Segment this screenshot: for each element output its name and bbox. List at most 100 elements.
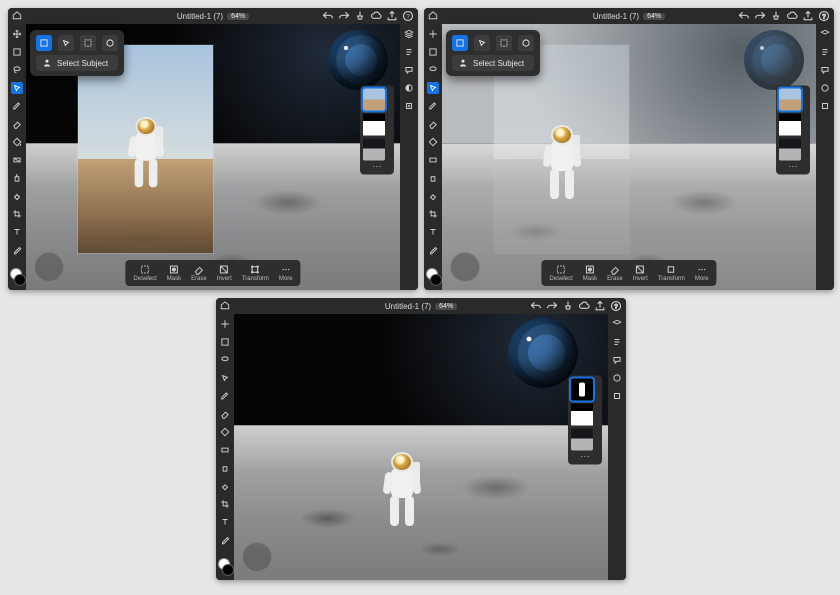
transform-button[interactable]: Transform — [654, 262, 689, 284]
redo-icon[interactable] — [546, 300, 558, 312]
fill-tool-icon[interactable] — [427, 136, 439, 148]
layers-more-icon[interactable]: ⋯ — [779, 164, 807, 172]
mask-button[interactable]: Mask — [579, 262, 601, 284]
export-icon[interactable] — [611, 390, 623, 402]
cloud-icon[interactable] — [370, 10, 382, 22]
gradient-tool-icon[interactable] — [427, 154, 439, 166]
color-swatch[interactable] — [218, 558, 232, 572]
color-swatch[interactable] — [426, 268, 440, 282]
export-icon[interactable] — [819, 100, 831, 112]
mask-button[interactable]: Mask — [163, 262, 185, 284]
erase-button[interactable]: Erase — [603, 262, 627, 284]
layers-panel-icon[interactable] — [819, 28, 831, 40]
adjustments-panel-icon[interactable] — [403, 82, 415, 94]
comments-panel-icon[interactable] — [819, 64, 831, 76]
crop-tool-icon[interactable] — [11, 208, 23, 220]
adjustments-panel-icon[interactable] — [819, 82, 831, 94]
eraser-tool-icon[interactable] — [219, 408, 231, 420]
transform-button[interactable]: Transform — [238, 262, 273, 284]
brush-tool-icon[interactable] — [219, 390, 231, 402]
transform-tool-icon[interactable] — [219, 336, 231, 348]
lasso-tool-icon[interactable] — [11, 64, 23, 76]
type-tool-icon[interactable] — [11, 226, 23, 238]
transform-tool-icon[interactable] — [11, 46, 23, 58]
cloud-icon[interactable] — [578, 300, 590, 312]
help-icon[interactable]: ? — [402, 10, 414, 22]
layer-thumb-2[interactable] — [779, 139, 801, 161]
undo-icon[interactable] — [738, 10, 750, 22]
canvas[interactable]: ⋯ — [234, 314, 608, 580]
layer-thumb-1-mask[interactable] — [571, 404, 593, 426]
heal-tool-icon[interactable] — [11, 190, 23, 202]
crop-tool-icon[interactable] — [219, 498, 231, 510]
comments-panel-icon[interactable] — [403, 64, 415, 76]
heal-tool-icon[interactable] — [427, 190, 439, 202]
layers-mini-panel[interactable]: ⋯ — [776, 86, 810, 175]
selection-subtract-icon[interactable] — [80, 35, 96, 51]
selection-new-icon[interactable] — [452, 35, 468, 51]
share-icon[interactable] — [386, 10, 398, 22]
comments-panel-icon[interactable] — [611, 354, 623, 366]
zoom-badge[interactable]: 64% — [643, 13, 665, 20]
undo-icon[interactable] — [322, 10, 334, 22]
touch-shortcut[interactable] — [242, 542, 272, 572]
selection-add-icon[interactable] — [474, 35, 490, 51]
crop-tool-icon[interactable] — [427, 208, 439, 220]
select-subject-button[interactable]: Select Subject — [36, 55, 118, 71]
brush-tool-icon[interactable] — [11, 100, 23, 112]
layer-thumb-silhouette[interactable] — [571, 379, 593, 401]
home-icon[interactable] — [428, 10, 438, 20]
eyedropper-tool-icon[interactable] — [11, 244, 23, 256]
pin-icon[interactable] — [770, 10, 782, 22]
erase-button[interactable]: Erase — [187, 262, 211, 284]
layers-panel-icon[interactable] — [611, 318, 623, 330]
selection-add-icon[interactable] — [58, 35, 74, 51]
lasso-tool-icon[interactable] — [219, 354, 231, 366]
selection-intersect-icon[interactable] — [102, 35, 118, 51]
layers-mini-panel[interactable]: ⋯ — [360, 86, 394, 175]
deselect-button[interactable]: Deselect — [545, 262, 576, 284]
fill-tool-icon[interactable] — [11, 136, 23, 148]
help-icon[interactable]: ? — [610, 300, 622, 312]
home-icon[interactable] — [220, 300, 230, 310]
properties-panel-icon[interactable] — [611, 336, 623, 348]
deselect-button[interactable]: Deselect — [129, 262, 160, 284]
gradient-tool-icon[interactable] — [219, 444, 231, 456]
help-icon[interactable]: ? — [818, 10, 830, 22]
home-icon[interactable] — [12, 10, 22, 20]
adjustments-panel-icon[interactable] — [611, 372, 623, 384]
layer-thumb-1[interactable] — [363, 89, 385, 111]
touch-shortcut[interactable] — [34, 252, 64, 282]
quick-select-tool-icon[interactable] — [427, 82, 439, 94]
export-icon[interactable] — [403, 100, 415, 112]
type-tool-icon[interactable] — [219, 516, 231, 528]
cloud-icon[interactable] — [786, 10, 798, 22]
redo-icon[interactable] — [338, 10, 350, 22]
share-icon[interactable] — [594, 300, 606, 312]
move-tool-icon[interactable] — [11, 28, 23, 40]
layer-thumb-1[interactable] — [779, 89, 801, 111]
zoom-badge[interactable]: 64% — [435, 303, 457, 310]
select-subject-button[interactable]: Select Subject — [452, 55, 534, 71]
move-tool-icon[interactable] — [427, 28, 439, 40]
move-tool-icon[interactable] — [219, 318, 231, 330]
pin-icon[interactable] — [354, 10, 366, 22]
invert-button[interactable]: Invert — [629, 262, 652, 284]
pin-icon[interactable] — [562, 300, 574, 312]
type-tool-icon[interactable] — [427, 226, 439, 238]
lasso-tool-icon[interactable] — [427, 64, 439, 76]
selection-intersect-icon[interactable] — [518, 35, 534, 51]
layers-more-icon[interactable]: ⋯ — [571, 454, 599, 462]
layer-thumb-2[interactable] — [363, 139, 385, 161]
brush-tool-icon[interactable] — [427, 100, 439, 112]
touch-shortcut[interactable] — [450, 252, 480, 282]
quick-select-tool-icon[interactable] — [11, 82, 23, 94]
zoom-badge[interactable]: 64% — [227, 13, 249, 20]
undo-icon[interactable] — [530, 300, 542, 312]
layers-panel-icon[interactable] — [403, 28, 415, 40]
selection-new-icon[interactable] — [36, 35, 52, 51]
selection-subtract-icon[interactable] — [496, 35, 512, 51]
layer-thumb-1-mask[interactable] — [363, 114, 385, 136]
redo-icon[interactable] — [754, 10, 766, 22]
fill-tool-icon[interactable] — [219, 426, 231, 438]
